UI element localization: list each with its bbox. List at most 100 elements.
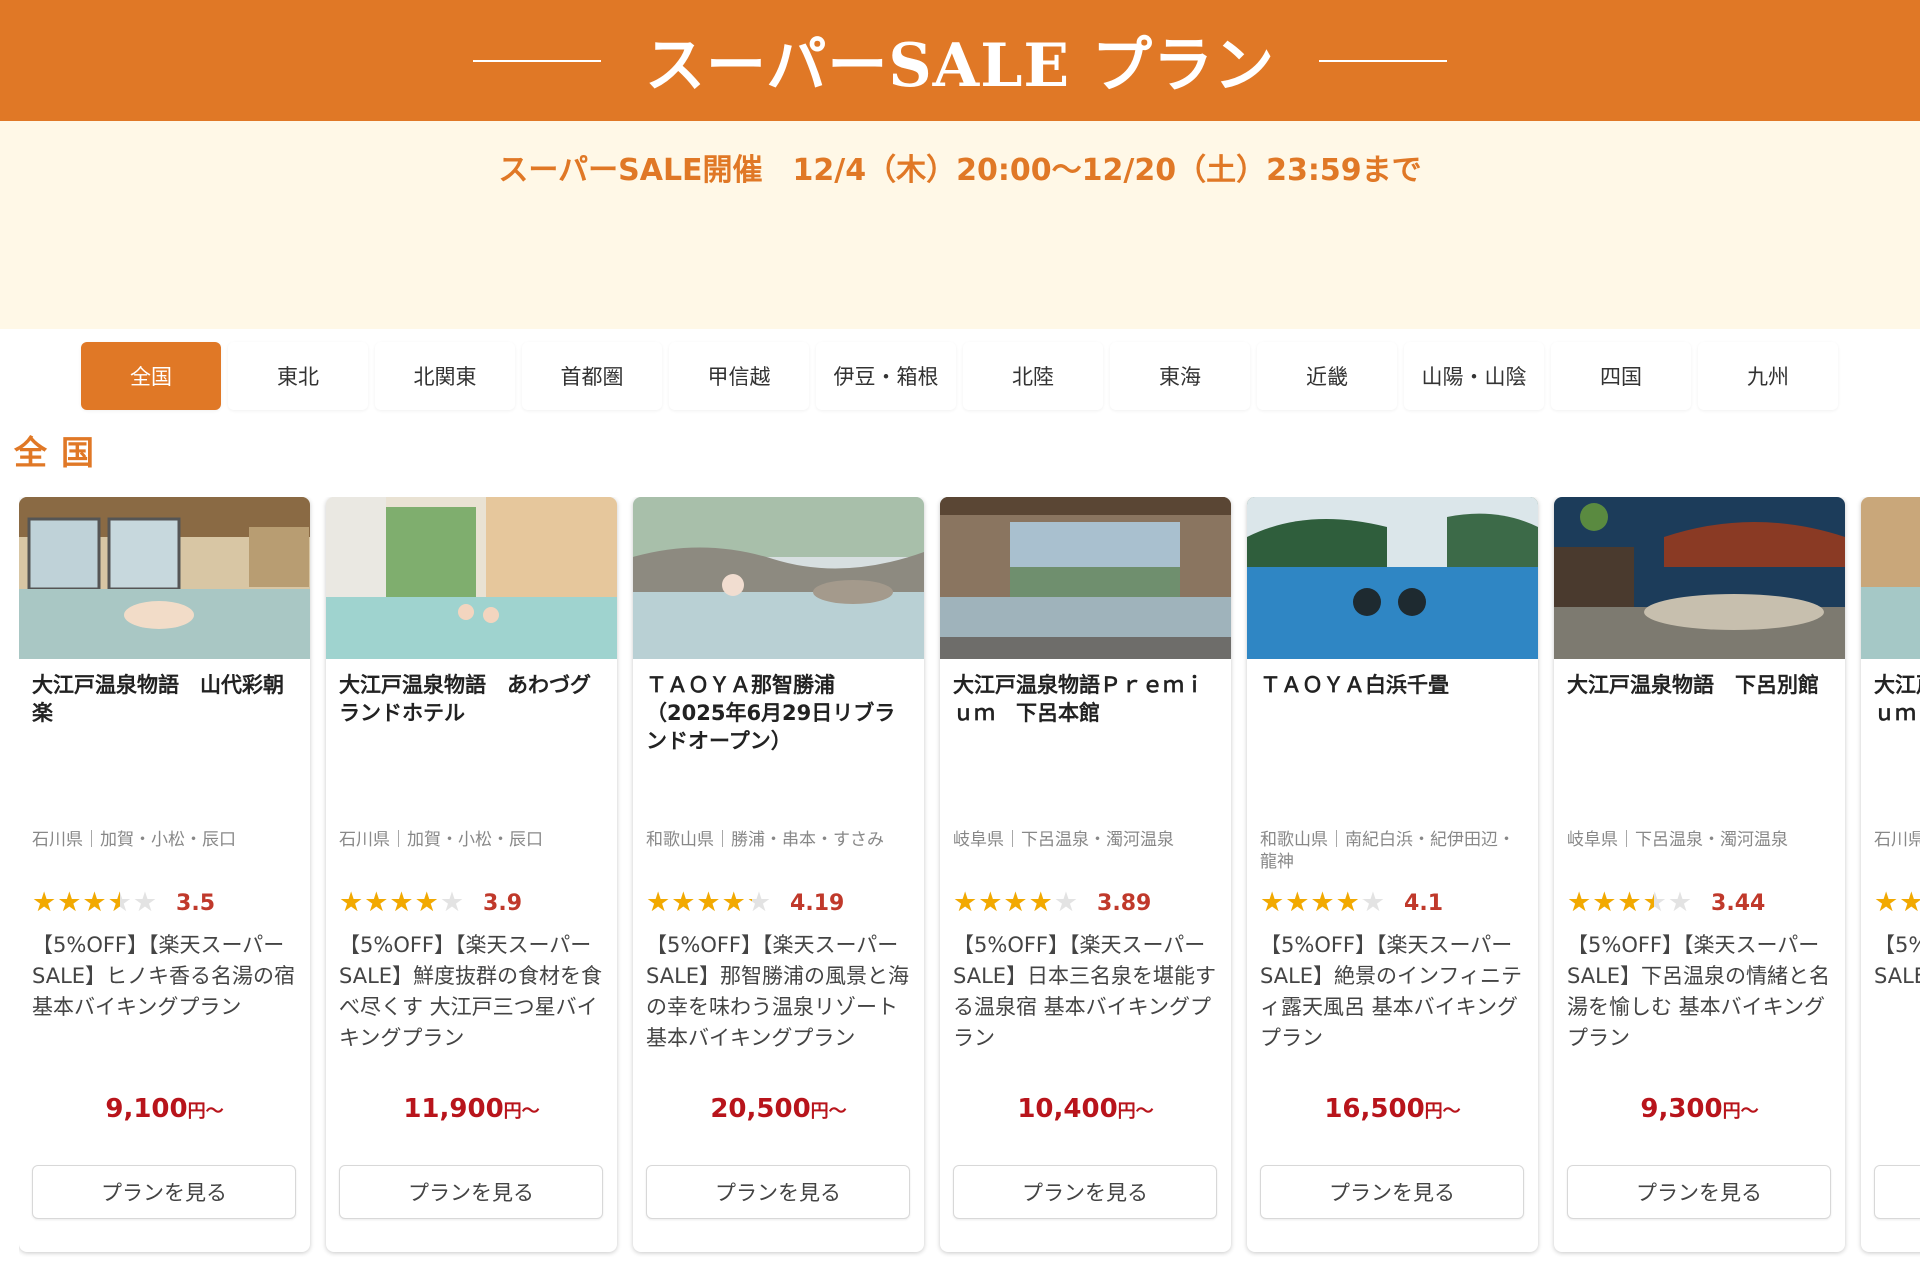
hotel-location: 石川県｜加賀・小松・辰口 — [339, 830, 543, 850]
price-unit: 円～ — [187, 1101, 224, 1122]
hotel-name[interactable]: ＴＡＯＹＡ那智勝浦（2025年6月29日リブランドオープン） — [646, 671, 914, 755]
price-value: 11,900 — [403, 1094, 504, 1124]
sale-banner: スーパーSALE プラン — [0, 0, 1920, 121]
hotel-name[interactable]: 大江戸温泉物語 山代彩朝楽 — [32, 671, 300, 727]
hotel-name[interactable]: 大江戸温泉物語 あわづグランドホテル — [339, 671, 607, 727]
hotel-location: 岐阜県｜下呂温泉・濁河温泉 — [953, 830, 1174, 850]
star-rating-icon: ★★★★★★★★★★ — [646, 887, 773, 918]
price-unit: 円～ — [1117, 1101, 1154, 1122]
hotel-location: 石川県｜加賀・小松・辰口 — [1874, 830, 1920, 850]
star-rating-icon: ★★★★★★★★★★ — [339, 887, 466, 918]
view-plan-button[interactable]: プランを見る — [1567, 1165, 1831, 1219]
plan-price: 10,400円～ — [940, 1094, 1231, 1124]
banner-title: スーパーSALE プラン — [644, 31, 1276, 101]
plan-card[interactable]: 大江戸温泉物語 山代彩朝楽 石川県｜加賀・小松・辰口 ★★★★★★★★★★ 3.… — [19, 497, 310, 1252]
view-plan-button[interactable]: プランを見る — [32, 1165, 296, 1219]
price-value: 10,400 — [1017, 1094, 1118, 1124]
indoor-wood-bath-photo[interactable] — [19, 497, 310, 659]
region-tab[interactable]: 伊豆・箱根 — [816, 342, 956, 410]
price-unit: 円～ — [1722, 1101, 1759, 1122]
rating: ★★★★★★★★★★ 4.19 — [646, 889, 844, 917]
region-tab[interactable]: 北陸 — [963, 342, 1103, 410]
hotel-name[interactable]: ＴＡＯＹＡ白浜千畳 — [1260, 671, 1528, 699]
rating: ★★★★★★★★★★ 3.44 — [1567, 889, 1765, 917]
rating: ★★★★★★★★★★ 3.89 — [953, 889, 1151, 917]
star-rating-icon: ★★★★★★★★★★ — [1567, 887, 1694, 918]
sale-info-panel: スーパーSALE開催 12/4（木）20:00～12/20（土）23:59まで … — [0, 121, 1920, 410]
plan-card[interactable]: 大江戸温泉物語Ｐｒｅｍｉｕｍ 下呂本館 岐阜県｜下呂温泉・濁河温泉 ★★★★★ ★… — [940, 497, 1231, 1252]
section-title: 全国 — [14, 433, 108, 472]
region-tab[interactable]: 九州 — [1698, 342, 1838, 410]
plan-description[interactable]: 【5%OFF】【楽天スーパーSALE】ヒノキ香る名湯の宿 基本バイキングプラン — [32, 930, 302, 1023]
plan-price: 9,100円～ — [19, 1094, 310, 1124]
rating: ★★★★★★★★★★ 4.1 — [1260, 889, 1443, 917]
price-value: 9,300 — [1640, 1094, 1723, 1124]
plan-description[interactable]: 【5%OFF】【楽天スーパーSALE】バイキングプラン — [1874, 930, 1920, 992]
rating-score: 3.9 — [483, 890, 523, 916]
region-tabs: 全国 東北 北関東 首都圏 甲信越 伊豆・箱根 北陸 東海 近畿 山陽・山陰 四国 九州 — [81, 342, 1838, 410]
price-unit: 円～ — [1424, 1101, 1461, 1122]
region-tab[interactable]: 東海 — [1110, 342, 1250, 410]
region-tab[interactable]: 首都圏 — [522, 342, 662, 410]
hotel-location: 岐阜県｜下呂温泉・濁河温泉 — [1567, 830, 1788, 850]
night-open-air-bath-photo[interactable] — [1554, 497, 1845, 659]
plan-card[interactable]: 大江戸温泉物語 あわづグランドホテル 石川県｜加賀・小松・辰口 ★★★★★ ★★★… — [326, 497, 617, 1252]
rating-score: 3.44 — [1711, 890, 1766, 916]
plan-description[interactable]: 【5%OFF】【楽天スーパーSALE】絶景のインフィニティ露天風呂 基本バイキン… — [1260, 930, 1530, 1054]
rating-score: 3.5 — [176, 890, 216, 916]
star-rating-icon: ★★★★★★★★★★ — [32, 887, 159, 918]
plan-price: 11,900円～ — [326, 1094, 617, 1124]
sale-period: スーパーSALE開催 12/4（木）20:00～12/20（土）23:59まで — [498, 153, 1422, 188]
star-rating-icon: ★★★★★★★★★★ — [1260, 887, 1387, 918]
rating-score: 4.1 — [1404, 890, 1444, 916]
plan-card[interactable]: ＴＡＯＹＡ那智勝浦（2025年6月29日リブランドオープン） 和歌山県｜勝浦・串… — [633, 497, 924, 1252]
view-bath-photo[interactable] — [940, 497, 1231, 659]
region-tab[interactable]: 北関東 — [375, 342, 515, 410]
hotel-location: 和歌山県｜勝浦・串本・すさみ — [646, 830, 884, 850]
plan-description[interactable]: 【5%OFF】【楽天スーパーSALE】鮮度抜群の食材を食べ尽くす 大江戸三つ星バ… — [339, 930, 609, 1054]
indoor-bright-bath-photo[interactable] — [326, 497, 617, 659]
hotel-location: 石川県｜加賀・小松・辰口 — [32, 830, 236, 850]
hotel-name[interactable]: 大江戸温泉物語Ｐｒｅｍｉｕｍ 下呂本館 — [953, 671, 1221, 727]
rating: ★★★★★★★★★★ 3.5 — [32, 889, 215, 917]
price-unit: 円～ — [503, 1101, 540, 1122]
plan-card[interactable]: ＴＡＯＹＡ白浜千畳 和歌山県｜南紀白浜・紀伊田辺・龍神 ★★★★★★★★★★ 4… — [1247, 497, 1538, 1252]
plan-card[interactable]: 大江戸温泉物語Ｐｒｅｍｉｕｍ 下呂本館 石川県｜加賀・小松・辰口 ★★★★★★★… — [1861, 497, 1920, 1252]
plan-price: 16,500円～ — [1247, 1094, 1538, 1124]
plan-price: 10,400円～ — [1861, 1094, 1920, 1124]
plan-price: 9,300円～ — [1554, 1094, 1845, 1124]
infinity-bath-photo[interactable] — [1247, 497, 1538, 659]
plan-description[interactable]: 【5%OFF】【楽天スーパーSALE】那智勝浦の風景と海の幸を味わう温泉リゾート… — [646, 930, 916, 1054]
region-tab[interactable]: 全国 — [81, 342, 221, 410]
hotel-location: 和歌山県｜南紀白浜・紀伊田辺・龍神 — [1260, 830, 1515, 872]
hotel-name[interactable]: 大江戸温泉物語Ｐｒｅｍｉｕｍ 下呂本館 — [1874, 671, 1920, 727]
rock-open-air-bath-photo[interactable] — [633, 497, 924, 659]
plan-card[interactable]: 大江戸温泉物語 下呂別館 岐阜県｜下呂温泉・濁河温泉 ★★★★★★★★★★ 3.… — [1554, 497, 1845, 1252]
plan-price: 20,500円～ — [633, 1094, 924, 1124]
view-plan-button[interactable]: プランを見る — [646, 1165, 910, 1219]
price-unit: 円～ — [810, 1101, 847, 1122]
rating: ★★★★★★★★★★ 4.0 — [1874, 889, 1920, 917]
rating: ★★★★★★★★★★ 3.9 — [339, 889, 522, 917]
region-tab[interactable]: 甲信越 — [669, 342, 809, 410]
star-rating-icon: ★★★★★★★★★★ — [1874, 887, 1920, 918]
plan-description[interactable]: 【5%OFF】【楽天スーパーSALE】日本三名泉を堪能する温泉宿 基本バイキング… — [953, 930, 1223, 1054]
banner-left-rule — [472, 59, 601, 62]
hotel-name[interactable]: 大江戸温泉物語 下呂別館 — [1567, 671, 1835, 699]
partial-bath-photo[interactable] — [1861, 497, 1920, 659]
region-tab[interactable]: 山陽・山陰 — [1404, 342, 1544, 410]
region-tab[interactable]: 四国 — [1551, 342, 1691, 410]
plan-description[interactable]: 【5%OFF】【楽天スーパーSALE】下呂温泉の情緒と名湯を愉しむ 基本バイキン… — [1567, 930, 1837, 1054]
price-value: 20,500 — [710, 1094, 811, 1124]
rating-score: 4.19 — [790, 890, 845, 916]
rating-score: 3.89 — [1097, 890, 1152, 916]
view-plan-button[interactable]: プランを見る — [953, 1165, 1217, 1219]
price-value: 16,500 — [1324, 1094, 1425, 1124]
star-rating-icon: ★★★★★★★★★★ — [953, 887, 1080, 918]
price-value: 9,100 — [105, 1094, 188, 1124]
view-plan-button[interactable]: プランを見る — [339, 1165, 603, 1219]
region-tab[interactable]: 近畿 — [1257, 342, 1397, 410]
view-plan-button[interactable]: プランを見る — [1260, 1165, 1524, 1219]
region-tab[interactable]: 東北 — [228, 342, 368, 410]
view-plan-button[interactable]: プランを見る — [1874, 1165, 1920, 1219]
